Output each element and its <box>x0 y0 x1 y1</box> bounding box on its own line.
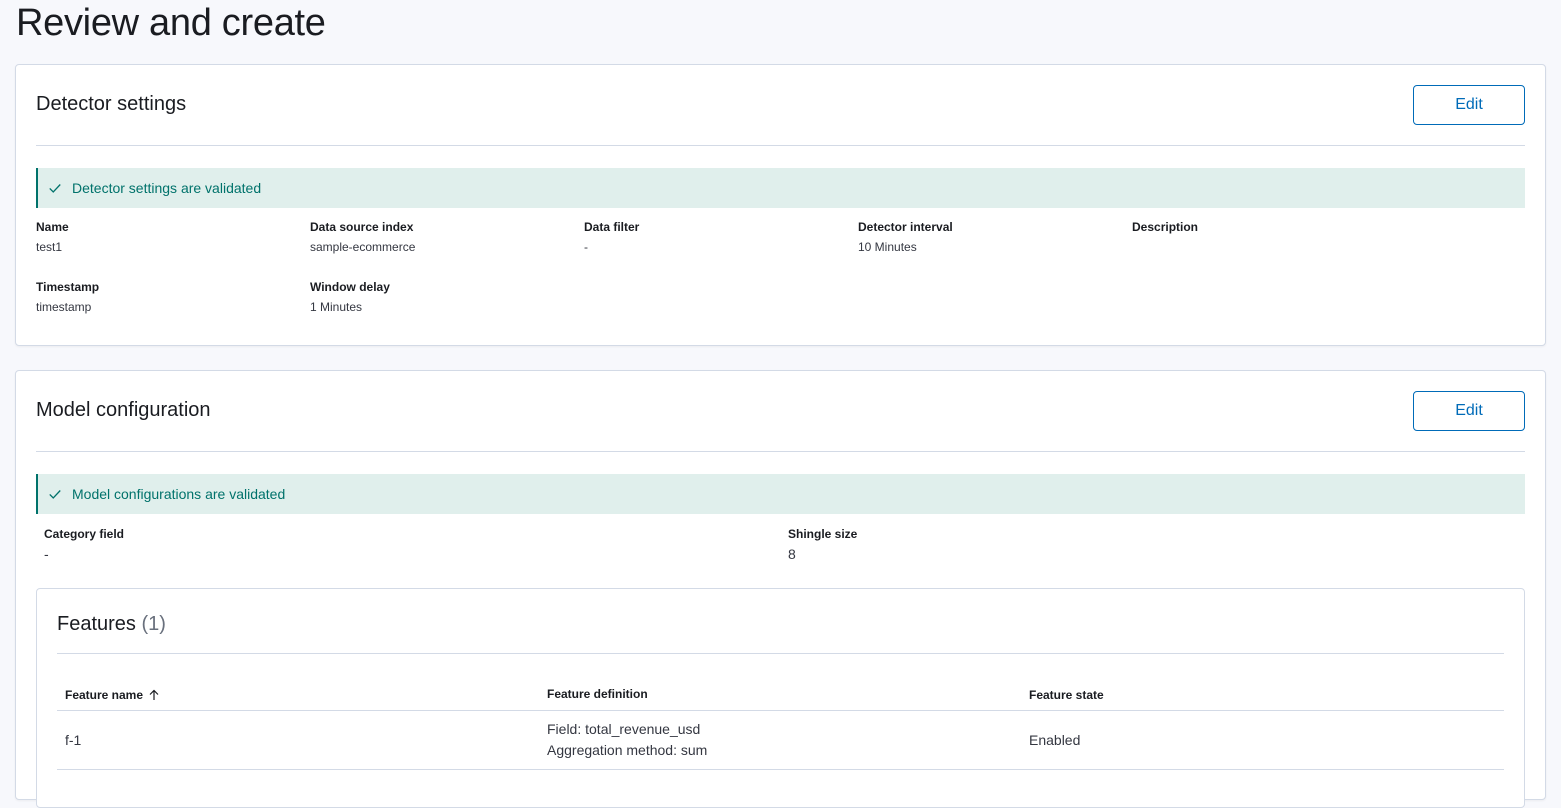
field-data-filter: Data filter - <box>584 220 639 254</box>
table-row: f-1 Field: total_revenue_usd Aggregation… <box>57 711 1504 770</box>
model-configuration-title: Model configuration <box>36 399 211 421</box>
detector-settings-validated-callout: Detector settings are validated <box>36 168 1525 208</box>
definition-aggregation: Aggregation method: sum <box>547 742 708 758</box>
callout-text: Model configurations are validated <box>72 486 286 502</box>
check-icon <box>49 490 61 499</box>
features-panel: Features (1) Feature name Feature defini… <box>36 588 1525 808</box>
cell-feature-name: f-1 <box>65 732 82 748</box>
field-label: Detector interval <box>858 220 953 234</box>
callout-text: Detector settings are validated <box>72 180 262 196</box>
field-value: 10 Minutes <box>858 240 917 254</box>
field-value: 1 Minutes <box>310 300 363 314</box>
model-configuration-panel: Model configuration Edit Model configura… <box>15 370 1546 808</box>
model-configuration-edit-button[interactable]: Edit <box>1413 391 1525 431</box>
features-count: (1) <box>141 613 166 635</box>
table-header: Feature name Feature definition Feature … <box>57 679 1504 711</box>
detector-settings-panel: Detector settings Edit Detector settings… <box>15 64 1546 346</box>
field-label: Shingle size <box>788 527 858 541</box>
field-detector-interval: Detector interval 10 Minutes <box>858 220 953 254</box>
field-value: test1 <box>36 240 63 254</box>
field-value: - <box>44 546 49 562</box>
field-label: Description <box>1132 220 1199 234</box>
field-value: 8 <box>788 546 796 562</box>
field-value: - <box>584 240 588 254</box>
cell-feature-definition: Field: total_revenue_usd Aggregation met… <box>540 719 1022 761</box>
field-category-field: Category field - <box>44 527 124 562</box>
detector-settings-title: Detector settings <box>36 93 187 115</box>
field-label: Window delay <box>310 280 390 294</box>
page-title: Review and create <box>16 2 326 44</box>
check-icon <box>49 184 61 193</box>
field-timestamp: Timestamp timestamp <box>36 280 99 314</box>
cell-feature-state: Enabled <box>1029 732 1081 748</box>
divider <box>36 145 1525 146</box>
model-configuration-validated-callout: Model configurations are validated <box>36 474 1525 514</box>
field-label: Timestamp <box>36 280 100 294</box>
field-data-source-index: Data source index sample-ecommerce <box>310 220 415 254</box>
field-label: Data source index <box>310 220 414 234</box>
column-header-feature-name[interactable]: Feature name <box>57 688 540 702</box>
field-label: Category field <box>44 527 125 541</box>
detector-settings-edit-button[interactable]: Edit <box>1413 85 1525 125</box>
field-description: Description <box>1132 220 1198 240</box>
divider <box>57 653 1504 654</box>
field-window-delay: Window delay 1 Minutes <box>310 280 390 314</box>
features-title-text: Features <box>57 613 136 635</box>
field-label: Data filter <box>584 220 640 234</box>
divider <box>36 451 1525 452</box>
definition-field: Field: total_revenue_usd <box>547 721 701 737</box>
field-shingle-size: Shingle size 8 <box>788 527 857 562</box>
features-table: Feature name Feature definition Feature … <box>57 679 1504 770</box>
field-name: Name test1 <box>36 220 69 254</box>
features-title: Features (1) <box>57 613 166 636</box>
column-header-label: Feature name <box>65 687 144 702</box>
field-value: timestamp <box>36 300 92 314</box>
field-label: Name <box>36 220 69 234</box>
column-header-feature-definition: Feature definition <box>547 687 648 701</box>
column-header-feature-state: Feature state <box>1029 687 1104 702</box>
field-value: sample-ecommerce <box>310 240 416 254</box>
arrow-up-icon <box>149 689 159 700</box>
